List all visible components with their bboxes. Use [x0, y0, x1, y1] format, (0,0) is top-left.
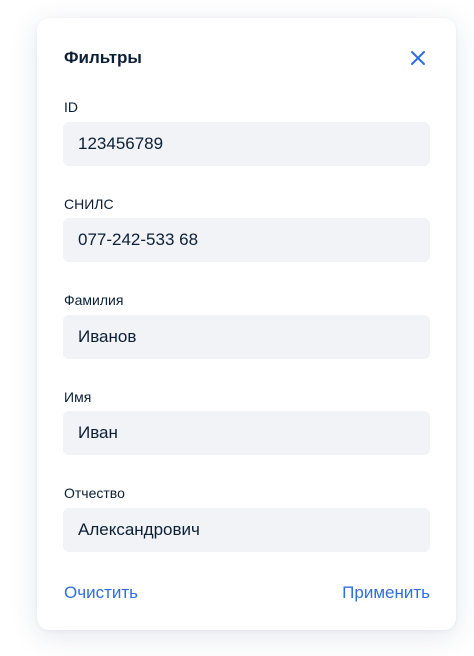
panel-title: Фильтры — [64, 48, 142, 67]
page-background: Фильтры ID СНИЛС Фамилия Имя Отчество Оч… — [0, 0, 474, 656]
first-name-input[interactable] — [63, 411, 430, 455]
first-name-label: Имя — [64, 389, 92, 405]
clear-button[interactable]: Очистить — [64, 583, 138, 603]
close-icon — [411, 51, 425, 65]
snils-input[interactable] — [63, 218, 430, 262]
last-name-label: Фамилия — [64, 292, 124, 308]
last-name-input[interactable] — [63, 315, 430, 359]
filters-panel: Фильтры ID СНИЛС Фамилия Имя Отчество Оч… — [37, 18, 456, 630]
patronymic-label: Отчество — [64, 485, 125, 501]
close-button[interactable] — [407, 47, 429, 69]
snils-label: СНИЛС — [64, 196, 114, 212]
patronymic-input[interactable] — [63, 508, 430, 552]
apply-button[interactable]: Применить — [342, 583, 430, 603]
id-label: ID — [64, 99, 78, 115]
id-input[interactable] — [63, 122, 430, 166]
